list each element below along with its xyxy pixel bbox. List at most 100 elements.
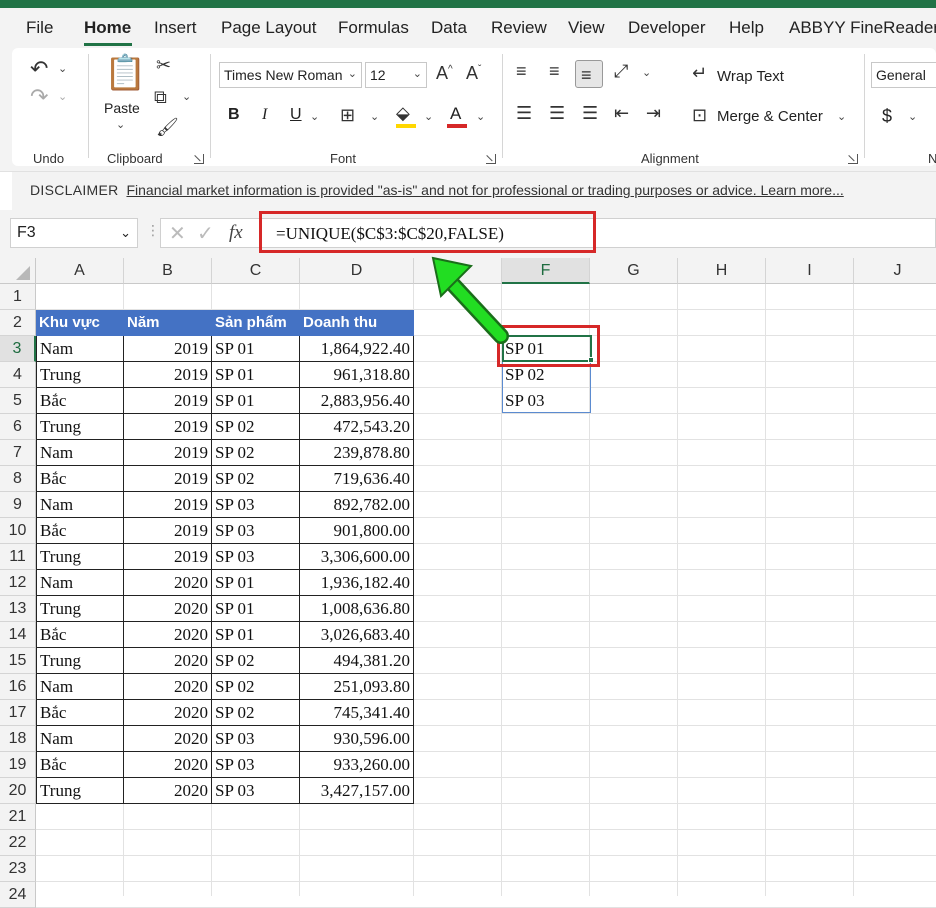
row-header-16[interactable]: 16 xyxy=(0,674,36,700)
table-cell-revenue[interactable]: 2,883,956.40 xyxy=(300,388,414,414)
row-header-15[interactable]: 15 xyxy=(0,648,36,674)
row-header-24[interactable]: 24 xyxy=(0,882,36,908)
currency-format-icon[interactable]: $ xyxy=(882,106,892,127)
table-cell-revenue[interactable]: 3,306,600.00 xyxy=(300,544,414,570)
formula-bar-grip-icon[interactable]: ⋮ xyxy=(146,222,160,239)
format-painter-icon[interactable]: 🖌 xyxy=(156,118,179,136)
row-header-13[interactable]: 13 xyxy=(0,596,36,622)
table-cell-year[interactable]: 2020 xyxy=(124,648,212,674)
table-cell-product[interactable]: SP 02 xyxy=(212,648,300,674)
table-cell-product[interactable]: SP 03 xyxy=(212,752,300,778)
tab-insert[interactable]: Insert xyxy=(154,18,197,38)
table-cell-region[interactable]: Nam xyxy=(36,440,124,466)
table-cell-year[interactable]: 2019 xyxy=(124,414,212,440)
row-header-7[interactable]: 7 xyxy=(0,440,36,466)
orientation-dropdown-icon[interactable]: ⌄ xyxy=(642,66,651,79)
column-header-j[interactable]: J xyxy=(854,258,936,284)
table-cell-revenue[interactable]: 961,318.80 xyxy=(300,362,414,388)
table-cell-revenue[interactable]: 472,543.20 xyxy=(300,414,414,440)
table-cell-region[interactable]: Trung xyxy=(36,596,124,622)
cancel-icon[interactable]: ✕ xyxy=(169,221,186,246)
row-header-11[interactable]: 11 xyxy=(0,544,36,570)
table-cell-revenue[interactable]: 1,936,182.40 xyxy=(300,570,414,596)
table-cell-region[interactable]: Nam xyxy=(36,570,124,596)
table-cell-region[interactable]: Trung xyxy=(36,648,124,674)
table-cell-region[interactable]: Trung xyxy=(36,778,124,804)
align-top-icon[interactable]: ≡ xyxy=(516,62,527,80)
column-header-a[interactable]: A xyxy=(36,258,124,284)
table-cell-product[interactable]: SP 03 xyxy=(212,518,300,544)
table-cell-region[interactable]: Bắc xyxy=(36,622,124,648)
table-cell-region[interactable]: Trung xyxy=(36,362,124,388)
table-cell-product[interactable]: SP 03 xyxy=(212,726,300,752)
table-cell-year[interactable]: 2019 xyxy=(124,336,212,362)
font-name-select[interactable]: Times New Roman ⌄ xyxy=(219,62,362,88)
undo-dropdown-icon[interactable]: ⌄ xyxy=(58,62,67,75)
table-cell-year[interactable]: 2020 xyxy=(124,752,212,778)
table-cell-product[interactable]: SP 01 xyxy=(212,570,300,596)
row-header-23[interactable]: 23 xyxy=(0,856,36,882)
tab-data[interactable]: Data xyxy=(431,18,467,38)
row-header-19[interactable]: 19 xyxy=(0,752,36,778)
tab-page-layout[interactable]: Page Layout xyxy=(221,18,316,38)
table-cell-year[interactable]: 2020 xyxy=(124,778,212,804)
tab-formulas[interactable]: Formulas xyxy=(338,18,409,38)
copy-dropdown-icon[interactable]: ⌄ xyxy=(182,90,191,103)
table-cell-year[interactable]: 2019 xyxy=(124,518,212,544)
table-cell-year[interactable]: 2020 xyxy=(124,596,212,622)
underline-button[interactable]: U xyxy=(290,106,302,124)
tab-abbyy[interactable]: ABBYY FineReader 1 xyxy=(789,18,936,38)
decrease-font-size-icon[interactable]: Aˇ xyxy=(466,64,481,82)
row-header-10[interactable]: 10 xyxy=(0,518,36,544)
table-header-cell[interactable]: Sản phẩm xyxy=(212,310,300,336)
copy-icon[interactable]: ⧉ xyxy=(154,88,167,106)
table-cell-product[interactable]: SP 03 xyxy=(212,778,300,804)
table-cell-region[interactable]: Nam xyxy=(36,674,124,700)
table-cell-year[interactable]: 2019 xyxy=(124,492,212,518)
align-middle-icon[interactable]: ≡ xyxy=(549,62,560,80)
tab-review[interactable]: Review xyxy=(491,18,547,38)
table-cell-product[interactable]: SP 01 xyxy=(212,622,300,648)
table-cell-product[interactable]: SP 02 xyxy=(212,700,300,726)
column-header-i[interactable]: I xyxy=(766,258,854,284)
fill-color-dropdown-icon[interactable]: ⌄ xyxy=(424,110,433,123)
italic-button[interactable]: I xyxy=(262,106,267,124)
row-header-14[interactable]: 14 xyxy=(0,622,36,648)
row-header-21[interactable]: 21 xyxy=(0,804,36,830)
increase-font-size-icon[interactable]: A^ xyxy=(436,64,453,82)
column-header-g[interactable]: G xyxy=(590,258,678,284)
table-cell-revenue[interactable]: 719,636.40 xyxy=(300,466,414,492)
table-cell-revenue[interactable]: 1,008,636.80 xyxy=(300,596,414,622)
align-left-icon[interactable]: ☰ xyxy=(516,104,532,122)
table-cell-product[interactable]: SP 02 xyxy=(212,466,300,492)
table-cell-year[interactable]: 2019 xyxy=(124,362,212,388)
font-color-icon[interactable]: A xyxy=(450,104,461,124)
table-cell-region[interactable]: Nam xyxy=(36,492,124,518)
row-header-22[interactable]: 22 xyxy=(0,830,36,856)
table-cell-region[interactable]: Bắc xyxy=(36,752,124,778)
table-cell-product[interactable]: SP 02 xyxy=(212,674,300,700)
merge-dropdown-icon[interactable]: ⌄ xyxy=(837,110,846,123)
table-cell-revenue[interactable]: 892,782.00 xyxy=(300,492,414,518)
table-cell-revenue[interactable]: 930,596.00 xyxy=(300,726,414,752)
table-cell-product[interactable]: SP 01 xyxy=(212,388,300,414)
row-header-5[interactable]: 5 xyxy=(0,388,36,414)
cut-icon[interactable]: ✂ xyxy=(156,56,171,74)
orientation-icon[interactable]: ⤢ xyxy=(614,62,628,80)
table-cell-region[interactable]: Nam xyxy=(36,726,124,752)
tab-file[interactable]: File xyxy=(26,18,53,38)
currency-dropdown-icon[interactable]: ⌄ xyxy=(908,110,917,123)
column-header-h[interactable]: H xyxy=(678,258,766,284)
font-color-dropdown-icon[interactable]: ⌄ xyxy=(476,110,485,123)
table-cell-region[interactable]: Bắc xyxy=(36,388,124,414)
table-cell-revenue[interactable]: 933,260.00 xyxy=(300,752,414,778)
tab-developer[interactable]: Developer xyxy=(628,18,706,38)
row-header-18[interactable]: 18 xyxy=(0,726,36,752)
column-header-b[interactable]: B xyxy=(124,258,212,284)
row-header-12[interactable]: 12 xyxy=(0,570,36,596)
table-cell-revenue[interactable]: 1,864,922.40 xyxy=(300,336,414,362)
align-center-icon[interactable]: ☰ xyxy=(549,104,565,122)
table-cell-product[interactable]: SP 02 xyxy=(212,440,300,466)
column-header-c[interactable]: C xyxy=(212,258,300,284)
table-cell-revenue[interactable]: 901,800.00 xyxy=(300,518,414,544)
